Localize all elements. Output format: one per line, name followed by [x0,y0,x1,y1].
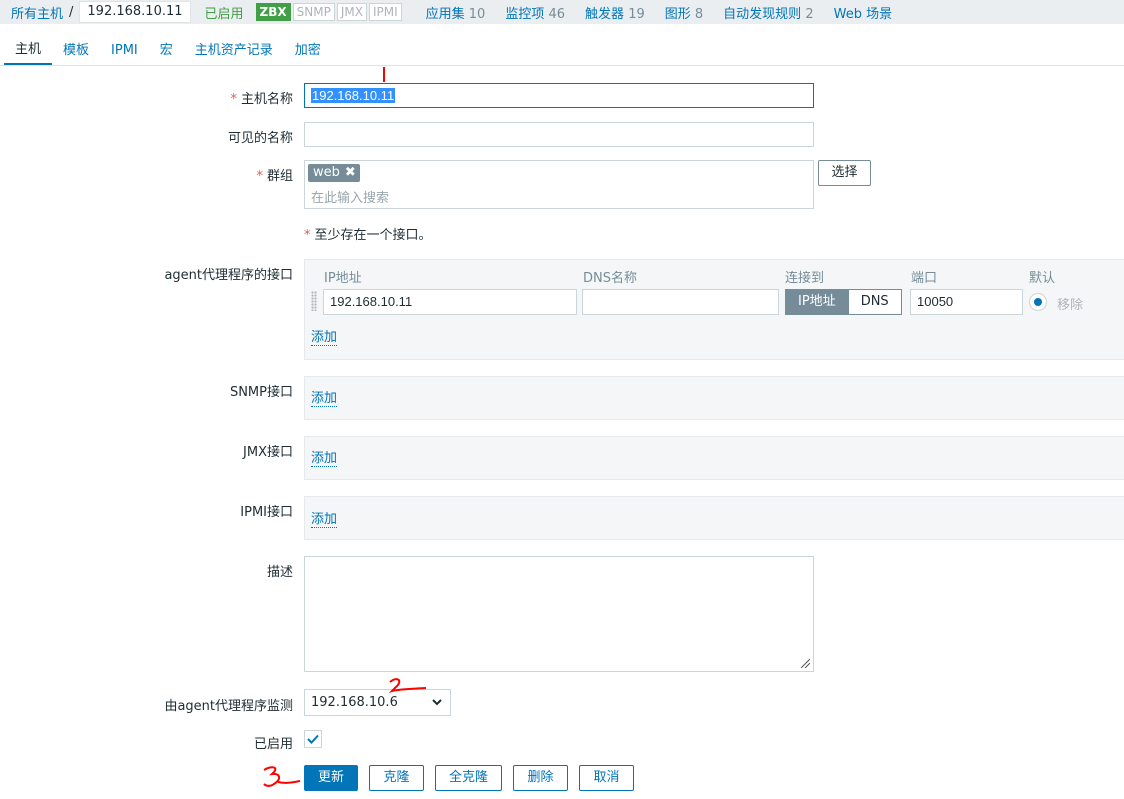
triggers-link-label: 触发器 [585,6,625,22]
tab-templates[interactable]: 模板 [52,39,100,66]
proxy-selected-value: 192.168.10.6 [311,695,398,710]
jmx-interfaces-box: 添加 [304,436,1124,480]
clone-button[interactable]: 克隆 [369,765,424,791]
groups-search-placeholder[interactable]: 在此输入搜索 [311,187,389,206]
update-button[interactable]: 更新 [304,765,358,791]
checkmark-icon [307,734,319,744]
full-clone-button[interactable]: 全克隆 [435,765,502,791]
annotation-mark-2 [388,678,427,693]
tab-inventory[interactable]: 主机资产记录 [184,39,284,66]
chevron-down-icon [432,699,442,706]
ipmi-interfaces-box: 添加 [304,496,1124,540]
required-marker: * [230,92,237,107]
host-breadcrumb-bar: 所有主机 / 192.168.10.11 已启用 ZBX SNMP JMX IP… [0,0,1124,24]
enabled-label: 已启用 [253,737,293,752]
proxy-label: 由agent代理程序监测 [164,699,293,714]
annotation-mark-1 [383,67,385,82]
discovery-rules-link-label: 自动发现规则 [723,6,802,22]
interface-note-text: 至少存在一个接口。 [314,228,432,243]
agent-dns-input[interactable] [582,289,779,315]
header-default: 默认 [1029,271,1056,286]
snmp-interfaces-box: 添加 [304,376,1124,420]
groups-label-text: 群组 [266,169,293,184]
interface-required-note: * 至少存在一个接口。 [304,224,432,243]
agent-interfaces-label: agent代理程序的接口 [164,268,293,283]
applications-link-label: 应用集 [425,6,465,22]
items-link-label: 监控项 [505,6,545,22]
availability-badges: ZBX SNMP JMX IPMI [255,3,404,21]
remove-interface-link[interactable]: 移除 [1057,294,1083,313]
required-marker: * [304,228,311,243]
triggers-count: 19 [628,6,645,22]
tab-ipmi[interactable]: IPMI [100,43,149,66]
header-connect-to: 连接到 [785,271,825,286]
items-count: 46 [548,6,566,22]
description-label: 描述 [266,565,293,580]
cancel-button[interactable]: 取消 [579,765,634,791]
add-ipmi-interface-link[interactable]: 添加 [311,512,338,528]
items-link[interactable]: 监控项 46 [505,3,565,22]
visible-name-label: 可见的名称 [227,131,293,146]
header-ip-address: IP地址 [324,271,362,286]
required-marker: * [256,169,263,184]
delete-button[interactable]: 删除 [513,765,568,791]
drag-handle-icon[interactable] [311,291,317,311]
group-chip-label: web [313,165,340,180]
ipmi-interfaces-label: IPMI接口 [240,505,293,520]
group-chip-web: web ✖ [308,164,360,182]
badge-jmx: JMX [336,3,367,21]
discovery-rules-link[interactable]: 自动发现规则 2 [723,3,813,22]
web-scenarios-link[interactable]: Web 场景 [834,3,892,22]
add-jmx-interface-link[interactable]: 添加 [311,451,338,467]
chip-remove-icon[interactable]: ✖ [345,165,356,180]
enabled-checkbox[interactable] [304,730,322,748]
header-dns-name: DNS名称 [583,271,637,286]
badge-snmp: SNMP [292,3,335,21]
annotation-mark-3 [263,766,301,787]
hostname-value: 192.168.10.11 [311,88,396,103]
host-form-tabs: 主机 模板 IPMI 宏 主机资产记录 加密 [4,30,332,66]
breadcrumb-all-hosts-link[interactable]: 所有主机 [11,3,63,22]
host-status-enabled[interactable]: 已启用 [205,3,244,22]
snmp-interfaces-label: SNMP接口 [229,385,293,400]
tabs-divider [0,65,1124,66]
default-interface-radio[interactable] [1029,293,1047,311]
tab-host[interactable]: 主机 [4,38,53,66]
agent-port-input[interactable]: 10050 [910,289,1023,315]
discovery-rules-count: 2 [805,6,814,22]
hostname-label-text: 主机名称 [240,92,293,107]
groups-label: * 群组 [256,165,293,184]
breadcrumb-current-host: 192.168.10.11 [79,1,191,23]
graphs-link[interactable]: 图形 8 [665,3,703,22]
graphs-count: 8 [694,6,704,22]
description-textarea[interactable] [304,556,814,672]
connect-dns-option[interactable]: DNS [848,289,902,315]
resize-grip-icon[interactable] [800,658,810,668]
graphs-link-label: 图形 [664,6,691,22]
visible-name-input[interactable] [304,122,814,147]
tab-macros[interactable]: 宏 [149,39,184,66]
breadcrumb-separator: / [69,4,74,20]
agent-interfaces-box: IP地址 DNS名称 连接到 端口 默认 192.168.10.11 IP地址 … [304,259,1124,360]
triggers-link[interactable]: 触发器 19 [585,3,645,22]
add-agent-interface-link[interactable]: 添加 [311,330,338,346]
connect-to-toggle[interactable]: IP地址 DNS [785,289,902,315]
tab-encryption[interactable]: 加密 [284,39,332,66]
badge-ipmi: IPMI [368,3,402,21]
header-port: 端口 [911,271,938,286]
add-snmp-interface-link[interactable]: 添加 [311,391,338,407]
hostname-input[interactable]: 192.168.10.11 [304,83,814,108]
jmx-interfaces-label: JMX接口 [243,445,293,460]
select-groups-button[interactable]: 选择 [818,160,871,186]
applications-count: 10 [468,6,486,22]
connect-ip-option[interactable]: IP地址 [785,289,849,315]
agent-ip-input[interactable]: 192.168.10.11 [323,289,577,315]
hostname-label: * 主机名称 [230,88,293,107]
badge-zbx: ZBX [255,3,291,21]
applications-link[interactable]: 应用集 10 [426,3,486,22]
groups-multiselect[interactable]: web ✖ 在此输入搜索 [304,160,814,209]
